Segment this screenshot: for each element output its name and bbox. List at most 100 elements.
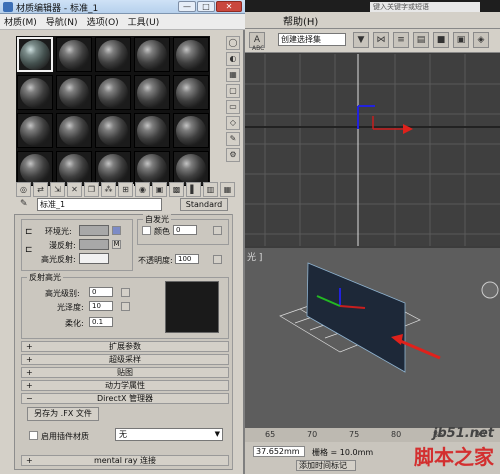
spec-highlights-title: 反射高光 xyxy=(27,272,63,283)
material-slot[interactable] xyxy=(17,37,53,72)
menu-options[interactable]: 选项(O) xyxy=(87,15,119,28)
spec-level-spinner[interactable]: 0 xyxy=(89,287,113,297)
maximize-button[interactable]: □ xyxy=(197,1,215,12)
material-slot[interactable] xyxy=(17,113,53,148)
glossiness-spinner[interactable]: 10 xyxy=(89,301,113,311)
rollout-extended-params[interactable]: + 扩展参数 xyxy=(21,341,229,352)
coord-field[interactable]: 37.652mm xyxy=(253,446,305,457)
background-icon[interactable]: ▦ xyxy=(226,68,240,82)
timeline-tick: 70 xyxy=(307,430,318,439)
uv-tiling-icon[interactable]: ▢ xyxy=(226,84,240,98)
get-material-icon[interactable]: ◎ xyxy=(16,181,31,197)
search-input[interactable]: 键入关键字或短语 xyxy=(370,2,480,12)
menu-tools[interactable]: 工具(U) xyxy=(128,15,160,28)
selection-set-dropdown[interactable]: 创建选择集 xyxy=(278,33,346,46)
axis-gizmo-top xyxy=(357,105,413,134)
watermark-url: jb51.net xyxy=(432,426,494,441)
material-slot[interactable] xyxy=(173,75,209,110)
select-by-material-icon[interactable]: ⚙ xyxy=(226,148,240,162)
material-slot[interactable] xyxy=(134,113,170,148)
sample-sphere xyxy=(20,77,50,108)
lock-bracket-icon[interactable]: ⊏ xyxy=(25,245,33,255)
sample-sphere xyxy=(98,115,128,146)
enable-plugin-checkbox[interactable] xyxy=(29,431,38,440)
rollout-maps[interactable]: + 贴图 xyxy=(21,367,229,378)
diffuse-map-button[interactable]: M xyxy=(112,240,121,249)
sample-type-icon[interactable]: ◯ xyxy=(226,36,240,50)
make-preview-icon[interactable]: ◇ xyxy=(226,116,240,130)
show-map-icon[interactable]: ▣ xyxy=(152,181,167,197)
put-to-scene-icon[interactable]: ⇄ xyxy=(33,181,48,197)
diffuse-color-swatch[interactable] xyxy=(79,239,109,250)
material-slot[interactable] xyxy=(95,75,131,110)
material-editor-titlebar[interactable]: 材质编辑器 - 标准_1 — □ ✕ xyxy=(0,0,245,14)
sample-sphere xyxy=(137,39,167,70)
ambient-color-swatch[interactable] xyxy=(79,225,109,236)
minimize-button[interactable]: — xyxy=(178,1,196,12)
material-slot[interactable] xyxy=(134,75,170,110)
self-illum-map-button[interactable] xyxy=(213,226,222,235)
dropdown-arrow-icon[interactable]: ▼ xyxy=(353,32,369,48)
menu-help[interactable]: 帮助(H) xyxy=(283,13,318,28)
layer-icon[interactable]: ▤ xyxy=(413,32,429,48)
menu-navigation[interactable]: 导航(N) xyxy=(46,15,78,28)
video-color-check-icon[interactable]: ▭ xyxy=(226,100,240,114)
material-slot[interactable] xyxy=(17,75,53,110)
material-slot[interactable] xyxy=(173,113,209,148)
ambient-lock-button[interactable] xyxy=(112,226,121,235)
material-slot[interactable] xyxy=(134,37,170,72)
material-slot[interactable] xyxy=(95,113,131,148)
copy-material-icon[interactable]: ❐ xyxy=(84,181,99,197)
parameters-scrollbar[interactable] xyxy=(232,214,238,470)
material-name-field[interactable]: 标准_1 xyxy=(37,198,162,211)
lock-bracket-icon[interactable]: ⊏ xyxy=(25,227,33,237)
menu-material[interactable]: 材质(M) xyxy=(4,15,37,28)
soften-spinner[interactable]: 0.1 xyxy=(89,317,113,327)
viewport-label[interactable]: 光 ] xyxy=(247,250,262,263)
viewport-perspective[interactable]: 光 ] xyxy=(245,248,500,428)
render-setup-icon[interactable]: ■ xyxy=(433,32,449,48)
viewport-top[interactable] xyxy=(245,54,500,246)
rollout-mental-ray[interactable]: + mental ray 连接 xyxy=(21,455,229,466)
self-illum-spinner[interactable]: 0 xyxy=(173,225,197,235)
assign-to-selection-icon[interactable]: ⇲ xyxy=(50,181,65,197)
self-illum-color-checkbox[interactable] xyxy=(142,226,151,235)
glossiness-map-button[interactable] xyxy=(121,302,130,311)
plugin-material-dropdown[interactable]: 无 ▼ xyxy=(115,428,223,441)
specular-label: 高光反射: xyxy=(41,255,76,264)
close-button[interactable]: ✕ xyxy=(216,1,242,12)
material-slot[interactable] xyxy=(56,113,92,148)
make-unique-icon[interactable]: ⁂ xyxy=(101,181,116,197)
sample-sphere xyxy=(176,153,206,184)
rollout-supersampling[interactable]: + 超级采样 xyxy=(21,354,229,365)
rollout-directx-manager[interactable]: − DirectX 管理器 xyxy=(21,393,229,404)
material-effects-channel-icon[interactable]: ◉ xyxy=(135,181,150,197)
render-icon[interactable]: ◈ xyxy=(473,32,489,48)
opacity-map-button[interactable] xyxy=(213,255,222,264)
eyedropper-icon[interactable]: ✎ xyxy=(20,199,32,210)
render-frame-icon[interactable]: ▣ xyxy=(453,32,469,48)
go-forward-sibling-icon[interactable]: ▥ xyxy=(203,181,218,197)
material-map-navigator-icon[interactable]: ▦ xyxy=(220,181,235,197)
window-title: 材质编辑器 - 标准_1 xyxy=(16,4,99,14)
options-icon[interactable]: ✎ xyxy=(226,132,240,146)
material-slot[interactable] xyxy=(173,37,209,72)
show-end-result-icon[interactable]: ▩ xyxy=(169,181,184,197)
save-fx-file-button[interactable]: 另存为 .FX 文件 xyxy=(27,407,99,421)
specular-color-swatch[interactable] xyxy=(79,253,109,264)
rollout-dynamics[interactable]: + 动力学属性 xyxy=(21,380,229,391)
add-time-tag-button[interactable]: 添加时间标记 xyxy=(296,460,356,471)
mirror-icon[interactable]: ⋈ xyxy=(373,32,389,48)
spec-level-label: 高光级别: xyxy=(45,289,80,298)
backlight-icon[interactable]: ◐ xyxy=(226,52,240,66)
opacity-spinner[interactable]: 100 xyxy=(175,254,199,264)
material-slot[interactable] xyxy=(56,37,92,72)
go-to-parent-icon[interactable]: ▌ xyxy=(186,181,201,197)
spec-level-map-button[interactable] xyxy=(121,288,130,297)
material-slot[interactable] xyxy=(95,37,131,72)
material-type-button[interactable]: Standard xyxy=(180,198,228,211)
align-icon[interactable]: ≡ xyxy=(393,32,409,48)
material-slot[interactable] xyxy=(56,75,92,110)
put-to-library-icon[interactable]: ⊞ xyxy=(118,181,133,197)
reset-icon[interactable]: ✕ xyxy=(67,181,82,197)
